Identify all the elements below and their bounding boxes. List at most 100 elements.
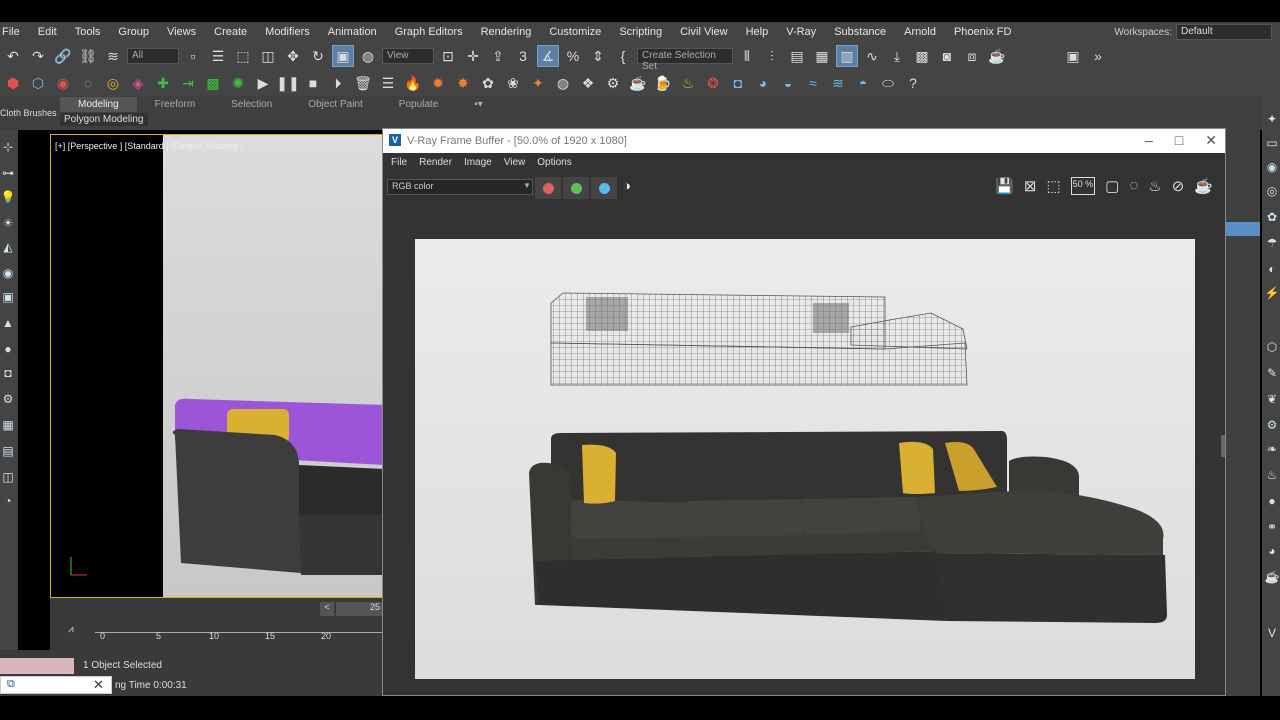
menu-rendering[interactable]: Rendering: [472, 26, 541, 38]
vray-arrows-icon[interactable]: ⇥: [177, 72, 199, 94]
vfb-menu-view[interactable]: View: [504, 157, 526, 168]
select-manipulate-icon[interactable]: ✛: [462, 45, 484, 67]
fire-simulator-icon[interactable]: 🔥: [402, 72, 424, 94]
render-setup-icon[interactable]: ◙: [936, 45, 958, 67]
water-preset-icon[interactable]: ◕: [752, 72, 774, 94]
pivot-center-icon[interactable]: ⊡: [437, 45, 459, 67]
redo-icon[interactable]: ↷: [27, 45, 49, 67]
scale-icon[interactable]: ▣: [332, 45, 354, 67]
menu-tools[interactable]: Tools: [66, 26, 110, 38]
modify-panel-icon[interactable]: ▭: [1264, 136, 1280, 150]
light-icon[interactable]: 💡: [0, 190, 16, 204]
mesh-icon[interactable]: ✦: [527, 72, 549, 94]
menu-modifiers[interactable]: Modifiers: [256, 26, 319, 38]
stop-icon[interactable]: ■: [302, 72, 324, 94]
vfb-menu-file[interactable]: File: [391, 157, 407, 168]
vray-plane-icon[interactable]: ▩: [202, 72, 224, 94]
box-icon[interactable]: ◘: [0, 366, 16, 380]
play-icon[interactable]: ▶: [252, 72, 274, 94]
select-by-name-icon[interactable]: ☰: [207, 45, 229, 67]
render-teapot-icon[interactable]: ♨: [1148, 177, 1161, 195]
rotate-icon[interactable]: ↻: [307, 45, 329, 67]
cone-icon[interactable]: ▲: [0, 316, 16, 330]
command-panel-selected-item[interactable]: [1226, 222, 1260, 236]
teapot-icon[interactable]: ☕: [1264, 570, 1280, 584]
vray-light-icon[interactable]: ◉: [52, 72, 74, 94]
vorticity-icon[interactable]: ⚙: [602, 72, 624, 94]
selection-set-dropdown[interactable]: Create Selection Set: [637, 48, 733, 72]
vray-object-icon[interactable]: ⬢: [2, 72, 24, 94]
render-production-icon[interactable]: ☕: [986, 45, 1008, 67]
shape-icon[interactable]: ◔: [0, 494, 16, 508]
link-icon[interactable]: 🔗: [52, 45, 74, 67]
menu-group[interactable]: Group: [109, 26, 158, 38]
vray-fur-icon[interactable]: ✚: [152, 72, 174, 94]
menu-phoenix-fd[interactable]: Phoenix FD: [945, 26, 1020, 38]
splash-preset-icon[interactable]: ≋: [827, 72, 849, 94]
percent-snap-icon[interactable]: %: [562, 45, 584, 67]
fire-icon[interactable]: ♨: [1264, 468, 1280, 482]
globe-preset-icon[interactable]: ◓: [852, 72, 874, 94]
motion-icon[interactable]: ◎: [1264, 184, 1280, 198]
smoke-preset-icon[interactable]: ⬭: [877, 72, 899, 94]
tab-populate[interactable]: Populate: [381, 97, 456, 112]
bolt-icon[interactable]: ⚡: [1264, 286, 1280, 300]
alpha-channel-icon[interactable]: ◑: [623, 178, 631, 193]
menu-substance[interactable]: Substance: [825, 26, 895, 38]
viewport-label[interactable]: [+] [Perspective ] [Standard ] [Default …: [55, 141, 243, 151]
hierarchy-icon[interactable]: ◉: [1264, 160, 1280, 174]
explosion-preset-icon[interactable]: ❂: [702, 72, 724, 94]
tab-object-paint[interactable]: Object Paint: [290, 97, 380, 112]
mirror-icon[interactable]: ⫴: [736, 45, 758, 67]
vertex-icon[interactable]: ⊹: [0, 140, 16, 154]
step-icon[interactable]: ⏵: [327, 72, 349, 94]
panel-icon[interactable]: ▣: [0, 290, 16, 304]
save-icon[interactable]: ▣: [1062, 45, 1084, 67]
minimize-icon[interactable]: –: [1145, 132, 1153, 149]
bind-space-warp-icon[interactable]: ≋: [102, 45, 124, 67]
brush-icon[interactable]: ✎: [1264, 366, 1280, 380]
foam-icon[interactable]: ❀: [502, 72, 524, 94]
frame-icon[interactable]: ▤: [0, 444, 16, 458]
timeline[interactable]: < 25 ⩘ 0 5 10 15 20: [50, 598, 384, 650]
filter-icon[interactable]: ▼: [257, 140, 267, 151]
edit-named-selection-icon[interactable]: {: [612, 45, 634, 67]
display-icon[interactable]: ✿: [1264, 210, 1280, 224]
close-icon[interactable]: ✕: [93, 677, 104, 693]
vray-proxy-icon[interactable]: ⬡: [27, 72, 49, 94]
spinner-snap-icon[interactable]: ⇕: [587, 45, 609, 67]
maxscript-listener[interactable]: [0, 658, 74, 674]
unlink-icon[interactable]: ⛓: [77, 45, 99, 67]
edge-icon[interactable]: ⊶: [0, 166, 16, 180]
vfb-menu-options[interactable]: Options: [537, 157, 571, 168]
move-icon[interactable]: ✥: [282, 45, 304, 67]
maximize-icon[interactable]: □: [1175, 132, 1183, 149]
vfb-title-bar[interactable]: V V-Ray Frame Buffer - [50.0% of 1920 x …: [383, 129, 1225, 153]
vray-dome-icon[interactable]: ◎: [102, 72, 124, 94]
menu-v-ray[interactable]: V-Ray: [777, 26, 825, 38]
workspace-dropdown[interactable]: Default: [1176, 24, 1272, 40]
camera-icon[interactable]: ◭: [0, 240, 16, 254]
rectangular-selection-icon[interactable]: ⬚: [232, 45, 254, 67]
pour-preset-icon[interactable]: ◘: [727, 72, 749, 94]
cube-icon[interactable]: ⬡: [1264, 340, 1280, 354]
frame-counter[interactable]: 25: [336, 602, 384, 616]
red-channel-button[interactable]: [535, 177, 561, 199]
toggle-ribbon-icon[interactable]: ▥: [836, 45, 858, 67]
layer-explorer-icon[interactable]: ▦: [811, 45, 833, 67]
menu-edit[interactable]: Edit: [29, 26, 66, 38]
gear-icon[interactable]: ⚙: [0, 392, 16, 406]
previous-frame-button[interactable]: <: [320, 602, 334, 616]
vray-icon[interactable]: V: [1264, 626, 1280, 640]
rendered-frame-window-icon[interactable]: ⧈: [961, 45, 983, 67]
menu-create[interactable]: Create: [205, 26, 256, 38]
beer-icon[interactable]: 🍺: [652, 72, 674, 94]
save-image-icon[interactable]: 💾: [995, 177, 1014, 195]
perspective-viewport[interactable]: [+] [Perspective ] [Standard ] [Default …: [50, 134, 384, 598]
phoenix-list-icon[interactable]: ☰: [377, 72, 399, 94]
utilities-icon[interactable]: ☂: [1264, 236, 1280, 250]
vfb-scrollbar[interactable]: [1221, 435, 1225, 457]
fire-preset-icon[interactable]: ♨: [677, 72, 699, 94]
ocean-preset-icon[interactable]: ◒: [777, 72, 799, 94]
ball-icon[interactable]: ◕: [1264, 544, 1280, 558]
